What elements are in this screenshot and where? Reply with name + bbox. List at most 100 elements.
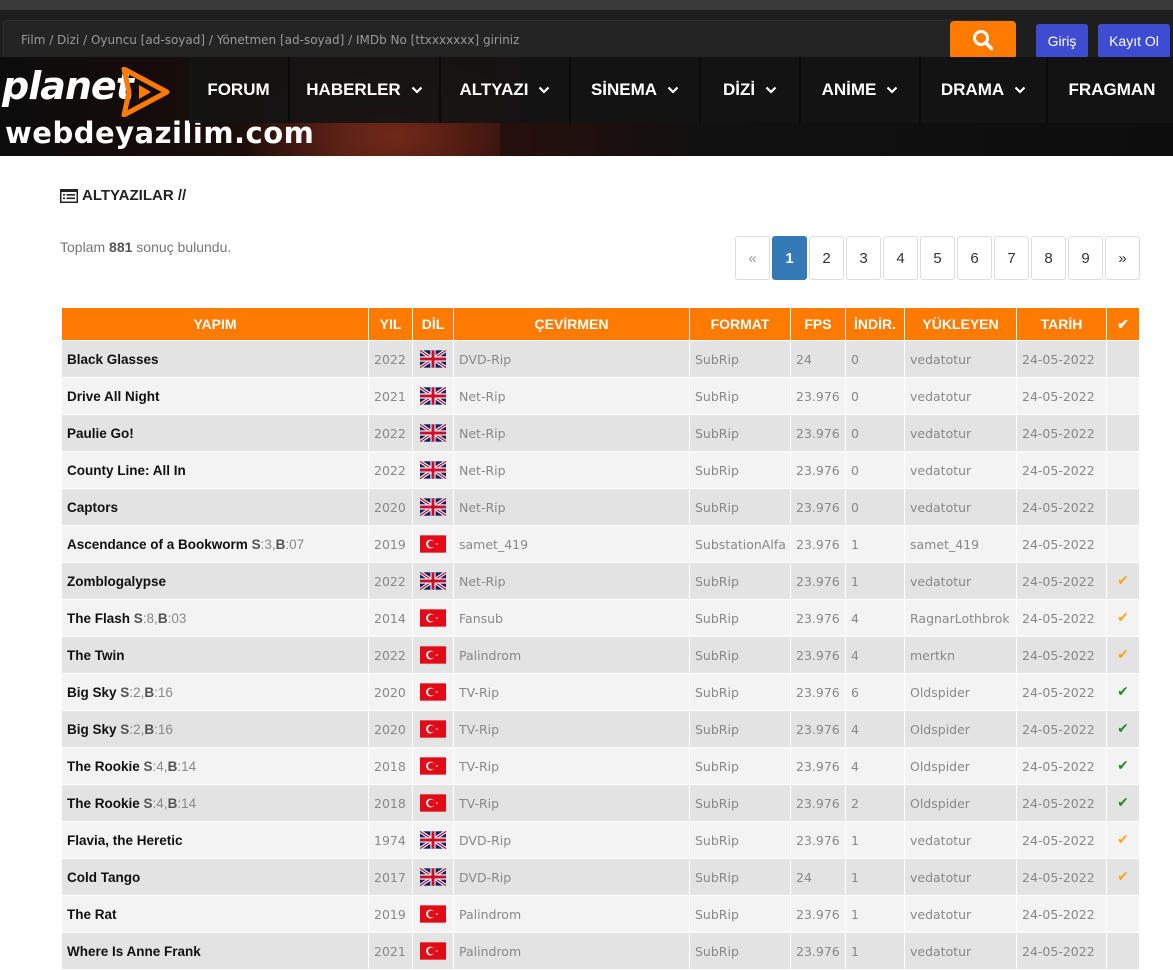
title-link[interactable]: County Line: All In [67,463,186,478]
title-link[interactable]: Where Is Anne Frank [67,944,201,959]
search-button[interactable] [950,21,1016,59]
title-link[interactable]: The Flash [67,611,130,626]
pagination-page-1[interactable]: 1 [772,236,807,280]
pagination-page-4[interactable]: 4 [883,236,918,280]
column-header-dil[interactable]: DİL [412,307,454,341]
title-link[interactable]: Flavia, the Heretic [67,833,183,848]
nav-item-dizi[interactable]: DİZİ [701,57,801,123]
uploader-cell[interactable]: vedatotur [904,562,1017,600]
uploader-cell[interactable]: samet_419 [904,525,1017,563]
title-cell[interactable]: Big Sky S:2,B:16 [61,673,369,711]
title-link[interactable]: Captors [67,500,118,515]
uploader-cell[interactable]: Oldspider [904,710,1017,748]
column-header-yukleyen[interactable]: YÜKLEYEN [904,307,1017,341]
pagination-page-9[interactable]: 9 [1068,236,1103,280]
pagination-next[interactable]: » [1105,236,1140,280]
table-row[interactable]: Ascendance of a Bookworm S:3,B:07 2019 sam… [61,525,1140,563]
title-link[interactable]: Zomblogalypse [67,574,166,589]
table-row[interactable]: The Flash S:8,B:03 2014 Fansub SubRip 23.976… [61,599,1140,637]
column-header-tarih[interactable]: TARİH [1016,307,1107,341]
title-cell[interactable]: The Rookie S:4,B:14 [61,747,369,785]
title-link[interactable]: Ascendance of a Bookworm [67,537,248,552]
table-row[interactable]: Paulie Go! 2022 Net-Rip SubRip 23.976 0 vedato… [61,414,1140,452]
table-row[interactable]: Black Glasses 2022 DVD-Rip SubRip 24 0 vedatot… [61,340,1140,378]
title-link[interactable]: The Twin [67,648,125,663]
uploader-cell[interactable]: vedatotur [904,821,1017,859]
title-link[interactable]: The Rookie [67,796,140,811]
title-cell[interactable]: Ascendance of a Bookworm S:3,B:07 [61,525,369,563]
table-row[interactable]: Where Is Anne Frank 2021 Palindrom SubRip 23… [61,932,1140,970]
nav-item-forum[interactable]: FORUM [189,57,290,123]
search-input[interactable] [4,21,950,59]
title-cell[interactable]: Where Is Anne Frank [61,932,369,970]
uploader-cell[interactable]: vedatotur [904,488,1017,526]
table-row[interactable]: Zomblogalypse 2022 Net-Rip SubRip 23.976 1 ved… [61,562,1140,600]
pagination-page-7[interactable]: 7 [994,236,1029,280]
nav-item-haberler[interactable]: HABERLER [290,57,441,123]
nav-item-anime[interactable]: ANİME [801,57,921,123]
pagination-page-8[interactable]: 8 [1031,236,1066,280]
title-cell[interactable]: Black Glasses [61,340,369,378]
table-row[interactable]: Big Sky S:2,B:16 2020 TV-Rip SubRip 23.976 6 O… [61,673,1140,711]
title-cell[interactable]: County Line: All In [61,451,369,489]
table-row[interactable]: The Twin 2022 Palindrom SubRip 23.976 4 mertkn… [61,636,1140,674]
title-cell[interactable]: Zomblogalypse [61,562,369,600]
column-header-onay[interactable]: ✔ [1106,307,1140,341]
table-row[interactable]: Cold Tango 2017 DVD-Rip SubRip 24 1 vedatotur 2… [61,858,1140,896]
title-link[interactable]: Cold Tango [67,870,140,885]
nav-item-drama[interactable]: DRAMA [921,57,1048,123]
table-row[interactable]: County Line: All In 2022 Net-Rip SubRip 23.9… [61,451,1140,489]
register-button[interactable]: Kayıt Ol [1098,24,1170,58]
column-header-format[interactable]: FORMAT [689,307,791,341]
title-cell[interactable]: The Twin [61,636,369,674]
uploader-cell[interactable]: Oldspider [904,784,1017,822]
title-link[interactable]: Black Glasses [67,352,159,367]
table-row[interactable]: Flavia, the Heretic 1974 DVD-Rip SubRip 23.9… [61,821,1140,859]
uploader-cell[interactable]: Oldspider [904,747,1017,785]
uploader-cell[interactable]: vedatotur [904,451,1017,489]
uploader-cell[interactable]: vedatotur [904,858,1017,896]
uploader-cell[interactable]: vedatotur [904,895,1017,933]
table-row[interactable]: The Rookie S:4,B:14 2018 TV-Rip SubRip 23.97… [61,784,1140,822]
title-cell[interactable]: The Rat [61,895,369,933]
uploader-cell[interactable]: vedatotur [904,932,1017,970]
column-header-fps[interactable]: FPS [790,307,846,341]
title-link[interactable]: Big Sky [67,722,117,737]
uploader-cell[interactable]: vedatotur [904,377,1017,415]
title-link[interactable]: Drive All Night [67,389,160,404]
table-row[interactable]: Captors 2020 Net-Rip SubRip 23.976 0 vedatotur… [61,488,1140,526]
title-link[interactable]: The Rat [67,907,117,922]
login-button[interactable]: Giriş [1036,24,1088,58]
nav-item-altyazi[interactable]: ALTYAZI [441,57,571,123]
table-row[interactable]: Big Sky S:2,B:16 2020 TV-Rip SubRip 23.976 4 O… [61,710,1140,748]
title-cell[interactable]: Drive All Night [61,377,369,415]
uploader-cell[interactable]: Oldspider [904,673,1017,711]
pagination-page-5[interactable]: 5 [920,236,955,280]
title-link[interactable]: Big Sky [67,685,117,700]
uploader-cell[interactable]: mertkn [904,636,1017,674]
column-header-cevirmen[interactable]: ÇEVİRMEN [453,307,690,341]
nav-item-fragman[interactable]: FRAGMAN [1048,57,1173,123]
pagination-prev[interactable]: « [735,236,770,280]
title-cell[interactable]: The Rookie S:4,B:14 [61,784,369,822]
column-header-indir[interactable]: İNDİR. [845,307,905,341]
table-row[interactable]: Drive All Night 2021 Net-Rip SubRip 23.976 0 v… [61,377,1140,415]
uploader-cell[interactable]: vedatotur [904,340,1017,378]
title-cell[interactable]: Big Sky S:2,B:16 [61,710,369,748]
title-cell[interactable]: The Flash S:8,B:03 [61,599,369,637]
uploader-cell[interactable]: RagnarLothbrok [904,599,1017,637]
pagination-page-3[interactable]: 3 [846,236,881,280]
site-logo[interactable]: planet [2,64,134,108]
title-cell[interactable]: Captors [61,488,369,526]
pagination-page-2[interactable]: 2 [809,236,844,280]
column-header-yapim[interactable]: YAPIM [61,307,369,341]
pagination-page-6[interactable]: 6 [957,236,992,280]
uploader-cell[interactable]: vedatotur [904,414,1017,452]
title-link[interactable]: The Rookie [67,759,140,774]
title-cell[interactable]: Paulie Go! [61,414,369,452]
title-link[interactable]: Paulie Go! [67,426,134,441]
nav-item-sinema[interactable]: SİNEMA [571,57,701,123]
title-cell[interactable]: Cold Tango [61,858,369,896]
table-row[interactable]: The Rat 2019 Palindrom SubRip 23.976 1 vedatot… [61,895,1140,933]
table-row[interactable]: The Rookie S:4,B:14 2018 TV-Rip SubRip 23.97… [61,747,1140,785]
